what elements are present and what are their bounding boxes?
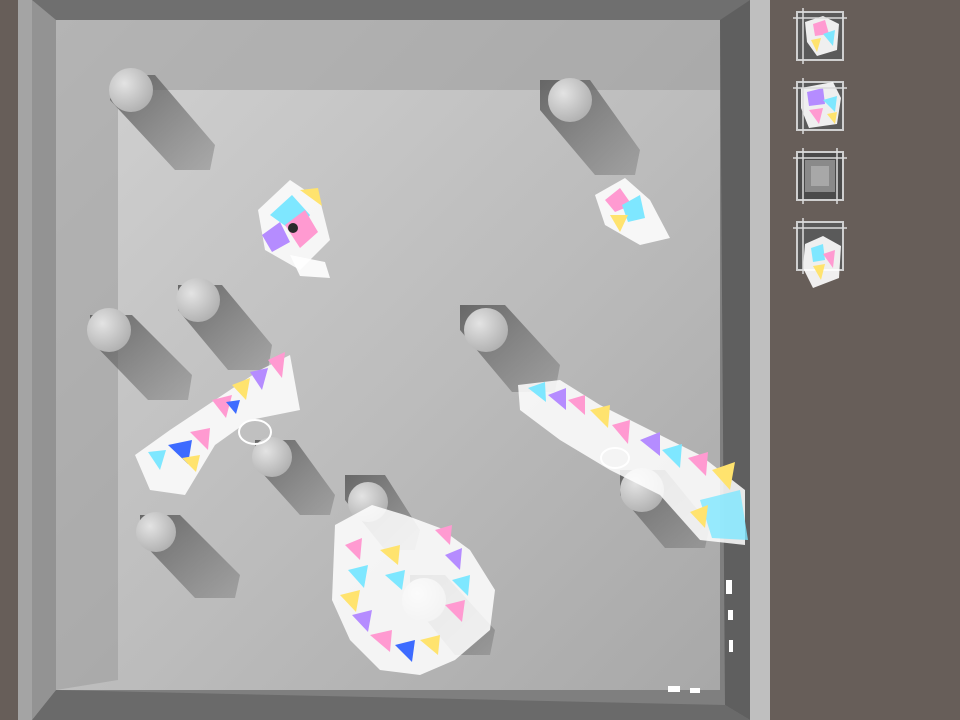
arena-wall-right (720, 0, 750, 720)
pillar (136, 512, 176, 552)
thumbnail-debris-top[interactable] (793, 8, 847, 64)
thumbnail-debris-small[interactable] (793, 218, 847, 288)
pillar (464, 308, 508, 352)
arena-wall-left (32, 0, 56, 720)
pillar (109, 68, 153, 112)
debris-icon (793, 8, 847, 64)
debris-icon (793, 78, 847, 134)
outer-background-left (0, 0, 18, 720)
outer-wall-right (750, 0, 770, 720)
outer-wall-left (18, 0, 32, 720)
arena-wall-top (32, 0, 750, 20)
thumbnail-empty[interactable] (793, 148, 847, 204)
empty-box-icon (793, 148, 847, 204)
thumbnail-debris-bottom[interactable] (793, 78, 847, 134)
pillar (87, 308, 131, 352)
pillar (548, 78, 592, 122)
debris-icon (793, 218, 847, 288)
pillar (176, 278, 220, 322)
